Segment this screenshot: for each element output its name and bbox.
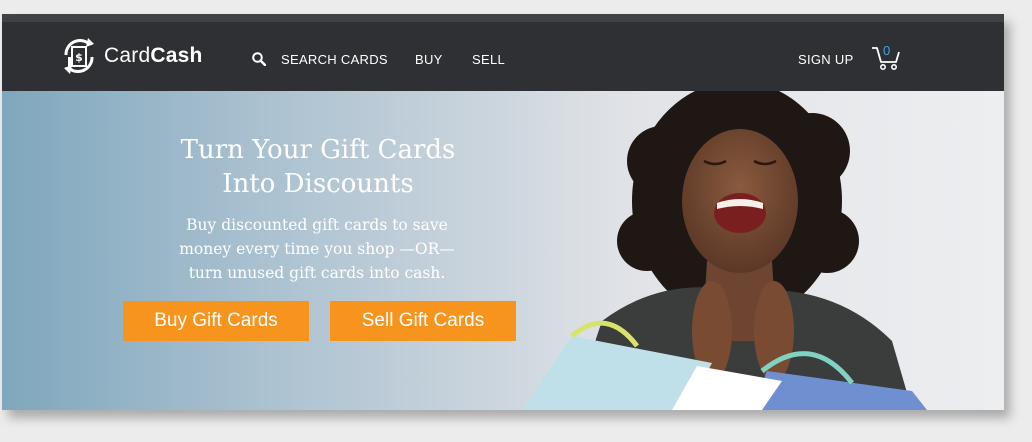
cardcash-logo[interactable]: $ CardCash [58, 36, 202, 76]
sell-gift-cards-button[interactable]: Sell Gift Cards [330, 301, 516, 341]
nav-sign-up[interactable]: SIGN UP [798, 52, 854, 67]
cardcash-logo-icon: $ [58, 35, 100, 77]
nav-search-cards[interactable]: SEARCH CARDS [281, 52, 388, 67]
brand-name: CardCash [104, 44, 202, 68]
hero-subtitle: Buy discounted gift cards to save money … [152, 213, 482, 285]
hero-title: Turn Your Gift Cards Into Discounts [102, 133, 534, 201]
top-navigation-bar: $ CardCash SEARCH CARDS BUY SELL SIGN UP… [2, 14, 1004, 91]
browser-frame: $ CardCash SEARCH CARDS BUY SELL SIGN UP… [2, 14, 1004, 410]
brand-name-bold: Cash [150, 44, 203, 67]
hero-subtitle-line-1: Buy discounted gift cards to save [186, 216, 448, 234]
cart-count-badge: 0 [883, 43, 891, 58]
search-icon[interactable] [252, 52, 267, 71]
nav-buy[interactable]: BUY [415, 52, 443, 67]
hero-title-line-1: Turn Your Gift Cards [180, 135, 456, 165]
hero-title-line-2: Into Discounts [222, 169, 414, 199]
nav-sell[interactable]: SELL [472, 52, 505, 67]
brand-name-light: Card [104, 44, 151, 67]
svg-text:$: $ [75, 51, 83, 64]
buy-gift-cards-button[interactable]: Buy Gift Cards [123, 301, 309, 341]
hero-banner: Turn Your Gift Cards Into Discounts Buy … [2, 91, 1004, 410]
hero-subtitle-line-2: money every time you shop —OR— [179, 240, 455, 258]
hero-photo-woman-laughing [512, 91, 1004, 410]
hero-subtitle-line-3: turn unused gift cards into cash. [188, 264, 446, 282]
topbar-strip [2, 14, 1004, 22]
